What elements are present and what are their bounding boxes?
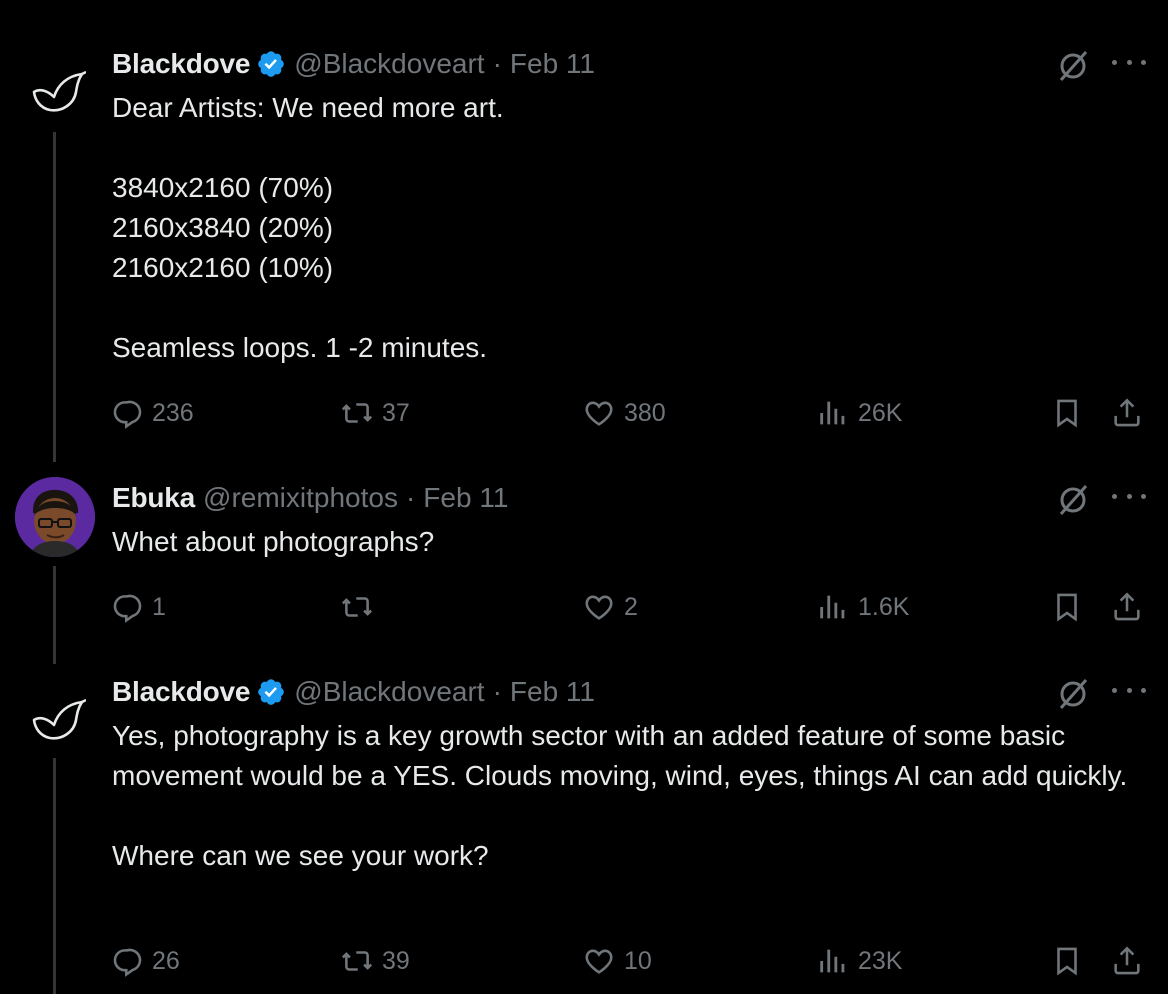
bookmark-icon: [1057, 593, 1077, 622]
separator: ·: [492, 676, 502, 707]
like-count: 380: [624, 398, 666, 427]
bookmark-button[interactable]: [1050, 587, 1084, 627]
views-button[interactable]: 1.6K: [816, 587, 909, 627]
reply-count: 236: [152, 398, 194, 427]
repost-icon: [341, 403, 373, 423]
share-button[interactable]: [1110, 941, 1144, 981]
views-icon: [820, 949, 845, 973]
tweet-header: Blackdove @Blackdoveart · Feb 11: [112, 46, 595, 82]
like-button[interactable]: 10: [582, 941, 652, 981]
avatar[interactable]: [28, 692, 87, 750]
more-icon[interactable]: [1112, 60, 1146, 70]
reply-icon: [113, 594, 142, 623]
repost-count: 37: [382, 398, 410, 427]
tweet-actions: 26 39 10 23K: [110, 941, 1150, 981]
grok-icon[interactable]: [1055, 676, 1091, 712]
blackdove-logo-icon: [32, 70, 87, 112]
repost-button[interactable]: 39: [340, 941, 410, 981]
avatar-image: [15, 477, 95, 557]
reply-count: 26: [152, 946, 180, 975]
share-icon: [1114, 398, 1140, 427]
views-button[interactable]: 26K: [816, 393, 902, 433]
like-button[interactable]: 380: [582, 393, 666, 433]
like-icon: [585, 595, 613, 620]
like-icon: [585, 401, 613, 426]
repost-button[interactable]: [340, 587, 382, 627]
reply-button[interactable]: 236: [110, 393, 194, 433]
like-count: 10: [624, 946, 652, 975]
tweet-text: Dear Artists: We need more art. 3840x216…: [112, 92, 504, 363]
tweet-text: Yes, photography is a key growth sector …: [112, 720, 1128, 871]
bookmark-button[interactable]: [1050, 941, 1084, 981]
repost-count: 39: [382, 946, 410, 975]
views-count: 23K: [858, 946, 903, 975]
like-button[interactable]: 2: [582, 587, 638, 627]
display-name[interactable]: Blackdove: [112, 676, 250, 708]
avatar[interactable]: [15, 477, 95, 557]
like-icon: [585, 949, 613, 974]
reply-icon: [113, 948, 142, 977]
separator: ·: [405, 482, 416, 513]
bookmark-button[interactable]: [1050, 393, 1084, 433]
handle[interactable]: @remixitphotos: [203, 482, 398, 514]
views-icon: [820, 401, 845, 425]
tweet-actions: 1 2 1.6K: [110, 587, 1150, 627]
tweet-text: Whet about photographs?: [112, 526, 435, 557]
timestamp[interactable]: Feb 11: [510, 48, 595, 80]
like-count: 2: [624, 592, 638, 621]
display-name[interactable]: Blackdove: [112, 48, 250, 80]
repost-button[interactable]: 37: [340, 393, 410, 433]
verified-badge-icon: [258, 51, 285, 77]
repost-icon: [341, 951, 373, 971]
separator: ·: [492, 48, 502, 79]
handle[interactable]: @Blackdoveart: [294, 676, 484, 708]
thread-line: [53, 566, 56, 664]
verified-badge-icon: [258, 679, 285, 705]
views-count: 26K: [858, 398, 903, 427]
handle[interactable]: @Blackdoveart: [294, 48, 484, 80]
repost-icon: [341, 597, 373, 617]
grok-icon[interactable]: [1055, 48, 1091, 84]
avatar[interactable]: [28, 64, 87, 122]
more-icon[interactable]: [1112, 688, 1146, 698]
timestamp[interactable]: Feb 11: [423, 482, 508, 514]
tweet-header: Ebuka @remixitphotos · Feb 11: [112, 480, 508, 516]
reply-button[interactable]: 1: [110, 587, 166, 627]
timestamp[interactable]: Feb 11: [510, 676, 595, 708]
share-button[interactable]: [1110, 393, 1144, 433]
reply-button[interactable]: 26: [110, 941, 180, 981]
thread-line: [53, 758, 56, 994]
share-icon: [1114, 946, 1140, 975]
tweet-actions: 236 37 380 26K: [110, 393, 1150, 433]
views-button[interactable]: 23K: [816, 941, 902, 981]
reply-count: 1: [152, 592, 166, 621]
grok-icon[interactable]: [1055, 482, 1091, 518]
share-icon: [1114, 592, 1140, 621]
tweet-header: Blackdove @Blackdoveart · Feb 11: [112, 674, 595, 710]
thread-line: [53, 132, 56, 462]
bookmark-icon: [1057, 947, 1077, 976]
views-count: 1.6K: [858, 592, 910, 621]
reply-icon: [113, 400, 142, 429]
views-icon: [820, 595, 845, 619]
blackdove-logo-icon: [32, 698, 87, 740]
bookmark-icon: [1057, 399, 1077, 428]
display-name[interactable]: Ebuka: [112, 482, 195, 514]
share-button[interactable]: [1110, 587, 1144, 627]
more-icon[interactable]: [1112, 494, 1146, 504]
